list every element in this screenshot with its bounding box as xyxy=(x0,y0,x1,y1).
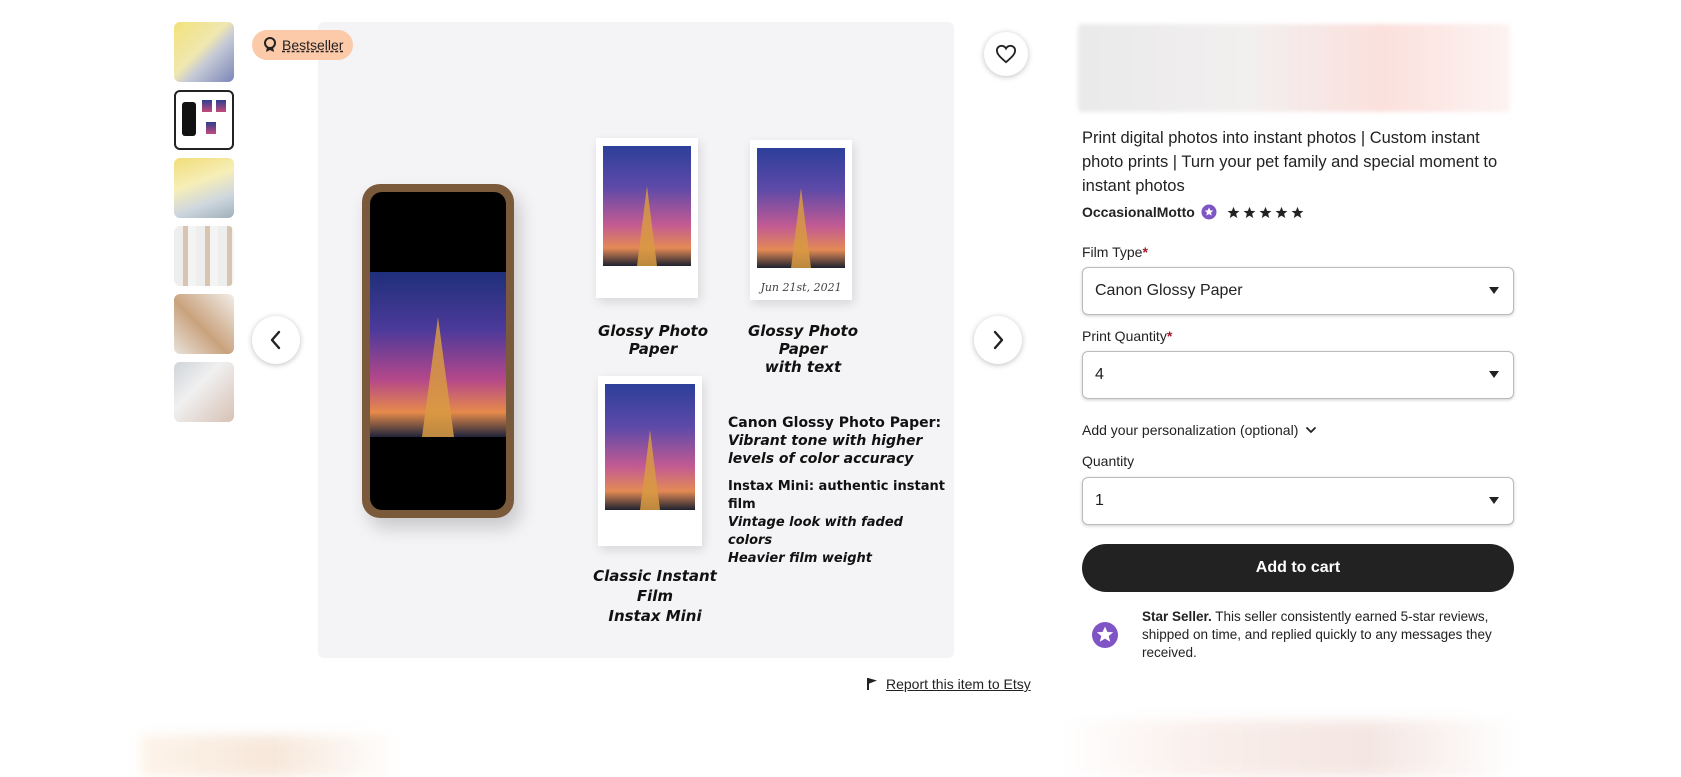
thumbnail-5[interactable] xyxy=(174,294,234,354)
shop-rating-stars[interactable] xyxy=(1227,206,1304,219)
quantity-select[interactable]: 1 xyxy=(1082,477,1514,525)
next-image-button[interactable] xyxy=(974,316,1022,364)
print-date-text: Jun 21st, 2021 xyxy=(760,281,842,294)
canon-line1: Vibrant tone with higher xyxy=(728,433,923,449)
film-type-select[interactable]: Canon Glossy Paper xyxy=(1082,267,1514,315)
star-seller-text: Star Seller. This seller consistently ea… xyxy=(1142,608,1514,662)
paper-info-text: Canon Glossy Photo Paper: Vibrant tone w… xyxy=(728,414,950,568)
instax-line1: Vintage look with faded colors xyxy=(728,515,903,548)
caption-glossy-text-line2: with text xyxy=(764,358,842,376)
star-icon xyxy=(1243,206,1256,218)
film-type-label: Film Type* xyxy=(1082,244,1148,260)
phone-graphic xyxy=(362,184,514,518)
canon-line2: levels of color accuracy xyxy=(728,451,914,467)
blurred-price-area xyxy=(1078,24,1510,112)
caption-instant-line2: Instax Mini xyxy=(608,607,702,625)
add-to-cart-button[interactable]: Add to cart xyxy=(1082,544,1514,592)
caret-down-icon xyxy=(1489,287,1499,294)
instax-line2: Heavier film weight xyxy=(728,551,872,566)
caret-down-icon xyxy=(1489,371,1499,378)
required-mark: * xyxy=(1166,328,1173,344)
star-seller-badge-icon xyxy=(1201,204,1217,220)
instax-heading: Instax Mini: authentic instant film xyxy=(728,479,945,512)
print-quantity-value: 4 xyxy=(1095,366,1104,383)
thumbnail-strip xyxy=(174,22,234,430)
glossy-print-graphic xyxy=(596,138,698,298)
film-type-label-text: Film Type xyxy=(1082,244,1143,260)
film-type-value: Canon Glossy Paper xyxy=(1095,282,1243,299)
caption-glossy: Glossy Photo Paper xyxy=(597,322,709,358)
print-quantity-select[interactable]: 4 xyxy=(1082,351,1514,399)
caption-instant-line1: Classic Instant Film xyxy=(593,567,717,605)
caption-glossy-text: Glossy Photo Paper with text xyxy=(728,322,878,376)
required-mark: * xyxy=(1142,244,1148,260)
thumbnail-2[interactable] xyxy=(174,90,234,150)
star-icon xyxy=(1227,206,1240,218)
thumbnail-3[interactable] xyxy=(174,158,234,218)
star-seller-title: Star Seller. xyxy=(1142,609,1212,624)
chevron-left-icon xyxy=(270,330,281,350)
print-quantity-label-text: Print Quantity xyxy=(1082,328,1167,344)
shop-name-link[interactable]: OccasionalMotto xyxy=(1082,204,1195,220)
caret-down-icon xyxy=(1489,497,1499,504)
quantity-label: Quantity xyxy=(1082,453,1135,469)
blurred-footer-left xyxy=(140,735,400,777)
main-listing-image[interactable]: Jun 21st, 2021 Glossy Photo Paper Glossy… xyxy=(318,22,954,658)
thumbnail-print-graphic xyxy=(206,122,216,134)
bestseller-label: Bestseller xyxy=(282,37,344,53)
blurred-footer-right xyxy=(1060,720,1520,777)
thumbnail-6[interactable] xyxy=(174,362,234,422)
star-icon xyxy=(1275,206,1288,218)
star-seller-notice: Star Seller. This seller consistently ea… xyxy=(1082,608,1514,662)
chevron-right-icon xyxy=(993,330,1004,350)
favorite-button[interactable] xyxy=(984,32,1028,76)
thumbnail-1[interactable] xyxy=(174,22,234,82)
ribbon-icon xyxy=(264,37,276,52)
product-title: Print digital photos into instant photos… xyxy=(1082,129,1498,195)
quantity-value: 1 xyxy=(1095,492,1104,509)
phone-screen xyxy=(370,192,506,510)
previous-image-button[interactable] xyxy=(252,316,300,364)
chevron-down-icon xyxy=(1306,427,1317,433)
canon-heading: Canon Glossy Photo Paper: xyxy=(728,415,942,431)
report-item-link[interactable]: Report this item to Etsy xyxy=(866,676,1031,692)
star-icon xyxy=(1259,206,1272,218)
personalization-toggle[interactable]: Add your personalization (optional) xyxy=(1082,422,1318,438)
caption-glossy-text-line1: Glossy Photo Paper xyxy=(747,322,859,358)
caption-instant: Classic Instant Film Instax Mini xyxy=(580,566,730,626)
phone-photo xyxy=(370,272,506,437)
thumbnail-print-graphic xyxy=(216,100,226,112)
flag-icon xyxy=(867,678,877,690)
bestseller-badge[interactable]: Bestseller xyxy=(252,30,354,60)
star-seller-icon xyxy=(1082,612,1128,658)
star-icon xyxy=(1291,206,1304,218)
report-item-label: Report this item to Etsy xyxy=(886,676,1031,692)
thumbnail-print-graphic xyxy=(202,100,212,112)
glossy-print-with-text-graphic: Jun 21st, 2021 xyxy=(750,140,852,300)
instant-print-graphic xyxy=(598,376,702,546)
thumbnail-4[interactable] xyxy=(174,226,234,286)
print-quantity-label: Print Quantity* xyxy=(1082,328,1172,344)
personalization-label: Add your personalization (optional) xyxy=(1082,422,1299,438)
thumbnail-phone-graphic xyxy=(182,102,196,136)
shop-info: OccasionalMotto xyxy=(1082,204,1304,220)
heart-icon xyxy=(995,44,1017,64)
